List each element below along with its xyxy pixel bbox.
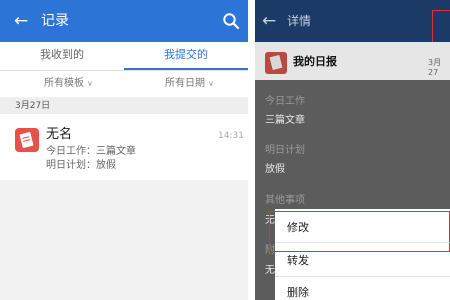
detail-header: ← 详情 — [255, 0, 450, 42]
date-group-label: 3月27日 — [15, 101, 51, 111]
tab-bar: 我收到的 我提交的 — [0, 42, 248, 70]
panel-gap — [248, 0, 255, 300]
report-avatar-icon — [265, 52, 287, 74]
tab-submitted-label: 我提交的 — [164, 48, 208, 61]
records-screen: ← 记录 我收到的 我提交的 所有模板 ∨ 所有日期 ∨ 3月27日 无名 14:3… — [0, 0, 248, 300]
today-work-value: 三篇文章 — [265, 115, 305, 126]
tab-received[interactable]: 我收到的 — [0, 42, 124, 70]
chevron-down-icon: ∨ — [208, 79, 214, 88]
list-item[interactable]: 无名 14:31 今日工作：三篇文章 明日计划：放假 — [0, 114, 248, 180]
chevron-down-icon: ∨ — [87, 79, 93, 88]
tab-submitted[interactable]: 我提交的 — [124, 42, 248, 70]
template-filter[interactable]: 所有模板 ∨ — [44, 77, 93, 91]
divider — [275, 276, 450, 277]
divider — [275, 242, 450, 243]
date-filter-label: 所有日期 — [165, 78, 205, 89]
action-menu: 修改 转发 删除 — [269, 209, 450, 300]
today-work-label: 今日工作 — [265, 96, 305, 107]
search-icon[interactable] — [222, 12, 240, 30]
item-time: 14:31 — [218, 131, 244, 141]
template-filter-label: 所有模板 — [44, 78, 84, 89]
report-avatar-icon — [15, 128, 39, 152]
attachment-value: 无 — [265, 265, 275, 276]
date-group-header: 3月27日 — [0, 98, 248, 114]
tomorrow-plan-label: 明日计划 — [265, 145, 305, 156]
page-title: 详情 — [287, 14, 312, 28]
records-header: ← 记录 — [0, 0, 248, 42]
other-items-label: 其他事项 — [265, 195, 305, 206]
filter-bar: 所有模板 ∨ 所有日期 ∨ — [0, 71, 248, 97]
report-date: 3月27 — [428, 58, 442, 77]
tab-received-label: 我收到的 — [40, 48, 84, 61]
back-arrow-icon[interactable]: ← — [14, 11, 28, 31]
detail-screen: ← 详情 我的日报 3月27 今日工作 三篇文章 明日计划 放假 其他事项 无 … — [255, 0, 450, 300]
tomorrow-plan-value: 放假 — [265, 164, 285, 175]
menu-item-edit[interactable]: 修改 — [287, 221, 309, 235]
menu-item-delete[interactable]: 删除 — [287, 286, 309, 300]
report-title: 我的日报 — [293, 55, 337, 68]
item-title: 无名 — [46, 127, 73, 142]
item-tomorrow-plan: 明日计划：放假 — [46, 160, 116, 171]
menu-item-forward[interactable]: 转发 — [287, 254, 309, 268]
page-title: 记录 — [41, 13, 69, 29]
item-today-work: 今日工作：三篇文章 — [46, 146, 136, 157]
date-filter[interactable]: 所有日期 ∨ — [165, 77, 214, 91]
back-arrow-icon[interactable]: ← — [262, 11, 276, 31]
